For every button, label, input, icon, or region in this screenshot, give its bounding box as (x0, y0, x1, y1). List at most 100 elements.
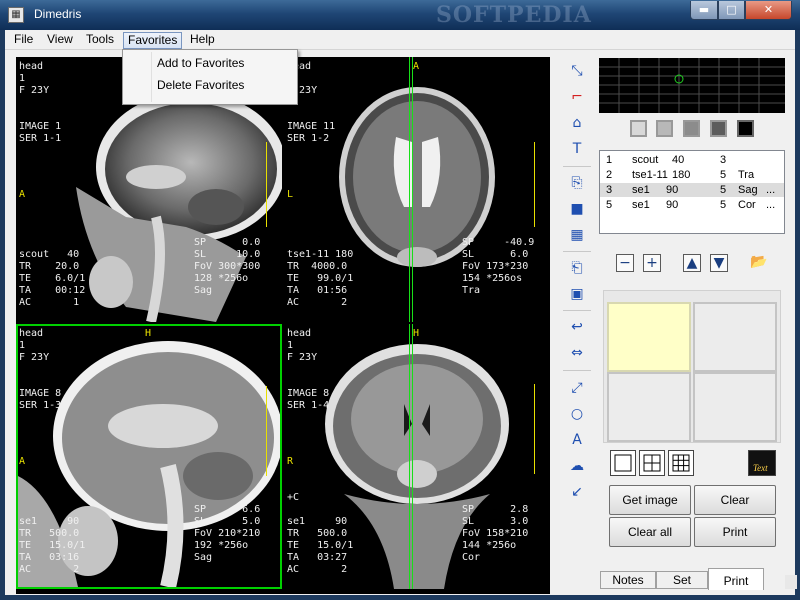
crop-icon[interactable]: ⌐ (567, 87, 587, 107)
series-number: 3 (606, 184, 613, 196)
size-grip[interactable] (785, 575, 797, 589)
series-orient: Sag (738, 184, 758, 196)
menu-favorites[interactable]: Favorites (123, 32, 183, 49)
add-to-favorites-item[interactable]: Add to Favorites (157, 56, 244, 70)
gray-level-4[interactable] (710, 120, 727, 137)
print-button[interactable]: Print (694, 517, 776, 547)
freehand-roi-icon[interactable]: ☁ (567, 456, 587, 476)
rotate-image-icon[interactable]: ⎘ (567, 173, 587, 193)
menu-help[interactable]: Help (186, 32, 219, 49)
layout-1x1-button[interactable] (610, 450, 636, 476)
gray-level-1[interactable] (630, 120, 647, 137)
text-cursor-icon[interactable]: T (567, 139, 587, 159)
clear-all-button[interactable]: Clear all (609, 517, 691, 547)
series-row[interactable]: 5 se1 90 5 Cor ... (600, 198, 784, 212)
series-orient: Tra (738, 169, 755, 181)
toolbar-separator (563, 310, 591, 311)
acquisition-params: tse1-11 180 TR 4000.0 TE 99.0/1 TA 01:56… (287, 249, 354, 308)
geometry-params: SP 2.8 SL 3.0 FoV 158*210 144 *256o Cor (462, 504, 529, 563)
add-icon[interactable]: + (643, 254, 661, 272)
layout-cell[interactable] (693, 372, 777, 442)
orientation-top: H (413, 328, 420, 339)
image-pane-4[interactable]: head 1 F 23Y H IMAGE 8 SER 1-4 R +C se1 … (284, 324, 550, 589)
reference-line (409, 324, 410, 589)
pane-image-id: IMAGE 11 SER 1-2 (287, 121, 336, 144)
arrow-icon[interactable]: ↙ (567, 482, 587, 502)
mouse-icon[interactable]: ⌂ (567, 113, 587, 133)
pane-image-id: IMAGE 8 SER 1-4 (287, 388, 330, 411)
menu-view[interactable]: View (43, 32, 77, 49)
text-overlay-toggle[interactable]: Text (748, 450, 776, 476)
series-number: 1 (606, 154, 613, 166)
series-count: 180 (672, 169, 691, 181)
scale-ruler (534, 142, 538, 227)
menu-tools[interactable]: Tools (82, 32, 118, 49)
fit-window-icon[interactable]: ⤡ (567, 61, 587, 81)
title-bar: ▦ Dimedris SOFTPEDIA ▬ □ ✕ (0, 0, 800, 30)
series-name: tse1-11 (632, 169, 668, 181)
series-ser: 3 (720, 154, 727, 166)
series-row[interactable]: 1 scout 40 3 (600, 153, 784, 167)
save-icon[interactable]: ▣ (567, 284, 587, 304)
layout-cell[interactable] (693, 302, 777, 372)
orientation-left: A (19, 456, 26, 467)
image-viewer[interactable]: head 1 F 23Y IMAGE 1 SER 1-1 A scout 40 … (16, 57, 550, 594)
ellipse-roi-icon[interactable]: ○ (567, 404, 587, 424)
minimize-button[interactable]: ▬ (690, 1, 718, 20)
annotate-text-icon[interactable]: A (567, 430, 587, 450)
series-count: 40 (672, 154, 685, 166)
invert-icon[interactable]: ⇔ (567, 343, 587, 363)
series-row[interactable]: 2 tse1-11 180 5 Tra (600, 168, 784, 182)
series-number: 2 (606, 169, 613, 181)
move-up-icon[interactable]: ▲ (683, 254, 701, 272)
single-grid-icon (614, 454, 632, 472)
menu-file[interactable]: File (10, 32, 37, 49)
pane-header: head 1 F 23Y (19, 328, 50, 363)
image-pane-2[interactable]: head 1 F 23Y A IMAGE 11 SER 1-2 L tse1-1… (284, 57, 550, 322)
orientation-left: L (287, 189, 294, 200)
close-button[interactable]: ✕ (745, 1, 792, 20)
window-title: Dimedris (34, 7, 82, 21)
gray-level-3[interactable] (683, 120, 700, 137)
tab-set[interactable]: Set (656, 571, 708, 589)
navigator-grid-lines (599, 58, 785, 113)
layout-3x3-button[interactable] (668, 450, 694, 476)
pane-image-id: IMAGE 8 SER 1-3 (19, 388, 62, 411)
menu-bar: File View Tools Favorites Help (5, 30, 795, 50)
get-image-button[interactable]: Get image (609, 485, 691, 515)
series-row-selected[interactable]: 3 se1 90 5 Sag ... (600, 183, 784, 197)
gray-level-2[interactable] (656, 120, 673, 137)
layout-cell[interactable] (607, 372, 691, 442)
image-pane-3-active[interactable]: head 1 F 23Y H IMAGE 8 SER 1-3 A se1 90 … (16, 324, 282, 589)
layout-cell-selected[interactable] (607, 302, 691, 372)
quad-view-icon[interactable]: ▦ (567, 225, 587, 245)
navigator-grid[interactable] (599, 58, 785, 113)
clear-button[interactable]: Clear (694, 485, 776, 515)
series-icon[interactable]: ⎗ (567, 258, 587, 278)
gray-level-5[interactable] (737, 120, 754, 137)
maximize-button[interactable]: □ (718, 1, 745, 20)
measure-line-icon[interactable]: ⤢ (567, 378, 587, 398)
acquisition-params: scout 40 TR 20.0 TE 6.0/1 TA 00:12 AC 1 (19, 249, 86, 308)
layout-2x2-button[interactable] (639, 450, 665, 476)
pane-image-id: IMAGE 1 SER 1-1 (19, 121, 62, 144)
series-more: ... (766, 199, 776, 211)
series-list[interactable]: 1 scout 40 3 2 tse1-11 180 5 Tra 3 se1 9… (599, 150, 785, 234)
remove-icon[interactable]: − (616, 254, 634, 272)
series-ser: 5 (720, 184, 727, 196)
app-icon[interactable]: ▦ (8, 7, 24, 23)
toolbar-separator (563, 166, 591, 167)
delete-favorites-item[interactable]: Delete Favorites (157, 78, 244, 92)
series-count: 90 (666, 199, 679, 211)
print-layout-preview (603, 290, 781, 443)
reference-line (412, 57, 413, 322)
series-ser: 5 (720, 199, 727, 211)
tab-print[interactable]: Print (708, 568, 764, 590)
flip-icon[interactable]: ↩ (567, 317, 587, 337)
pane-header: head 1 F 23Y (19, 61, 50, 96)
open-folder-icon[interactable]: 📂 (750, 254, 768, 272)
tab-notes[interactable]: Notes (600, 571, 656, 589)
watermark: SOFTPEDIA (436, 2, 592, 28)
move-down-icon[interactable]: ▼ (710, 254, 728, 272)
single-view-icon[interactable]: ■ (567, 199, 587, 219)
